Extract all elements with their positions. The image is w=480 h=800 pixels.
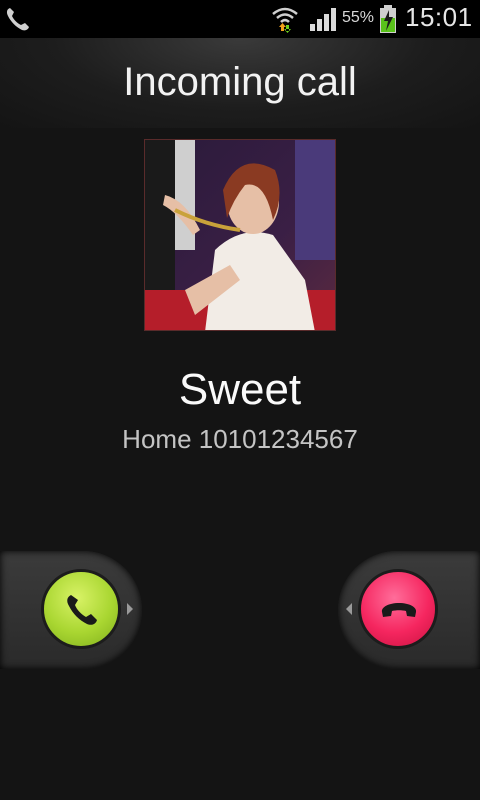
call-state-title: Incoming call [123,60,357,104]
decline-call-button[interactable] [358,569,438,649]
battery-percentage: 55% [342,9,375,26]
signal-icon [310,8,336,31]
battery-charging-icon [380,5,396,33]
answer-call-button[interactable] [41,569,121,649]
contact-number: Home 10101234567 [122,424,358,454]
contact-photo-image [145,140,335,330]
decline-phone-icon [381,603,417,617]
wifi-icon [272,7,298,33]
slide-left-arrow-icon [346,603,352,615]
slide-right-arrow-icon [127,603,133,615]
status-bar: 55% 15:01 [0,0,480,38]
contact-photo [144,139,336,331]
phone-icon [6,8,29,31]
contact-name: Sweet [178,365,302,414]
answer-phone-icon [67,595,97,625]
clock-time: 15:01 [405,2,473,32]
